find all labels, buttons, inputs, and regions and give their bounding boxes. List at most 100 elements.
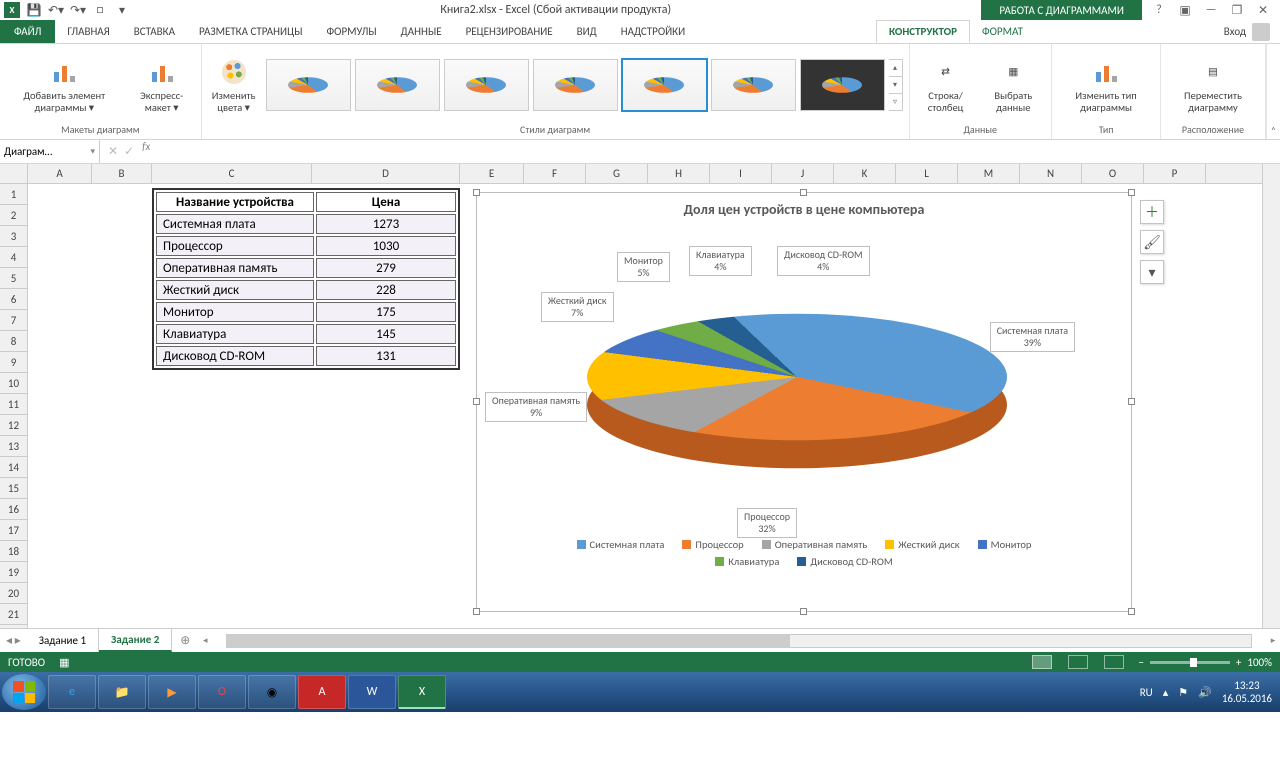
row-header-13[interactable]: 13: [0, 436, 27, 457]
row-header-19[interactable]: 19: [0, 562, 27, 583]
tab-file[interactable]: ФАЙЛ: [0, 20, 55, 43]
row-header-5[interactable]: 5: [0, 268, 27, 289]
table-header-price[interactable]: Цена: [316, 192, 456, 212]
row-header-8[interactable]: 8: [0, 331, 27, 352]
minimize-icon[interactable]: —: [1202, 3, 1220, 18]
tray-volume-icon[interactable]: 🔊: [1198, 686, 1212, 699]
col-header-D[interactable]: D: [312, 164, 460, 183]
row-header-10[interactable]: 10: [0, 373, 27, 394]
vertical-scrollbar[interactable]: [1262, 164, 1280, 628]
maximize-icon[interactable]: ❐: [1228, 3, 1246, 18]
cell-name[interactable]: Оперативная память: [156, 258, 314, 278]
taskbar-media[interactable]: ▶: [148, 675, 196, 709]
legend-item[interactable]: Дисковод CD-ROM: [797, 555, 892, 568]
legend-item[interactable]: Клавиатура: [715, 555, 779, 568]
tab-design[interactable]: КОНСТРУКТОР: [876, 20, 970, 43]
table-row[interactable]: Жесткий диск228: [156, 280, 456, 300]
chart-style-1[interactable]: [266, 59, 351, 111]
chart-filter-button[interactable]: ▾: [1140, 260, 1164, 284]
legend-item[interactable]: Системная плата: [577, 538, 665, 551]
macro-record-icon[interactable]: ▦: [59, 656, 69, 669]
legend-item[interactable]: Оперативная память: [762, 538, 868, 551]
cell-price[interactable]: 175: [316, 302, 456, 322]
save-icon[interactable]: 💾: [26, 2, 42, 18]
data-label-hdd[interactable]: Жесткий диск7%: [541, 292, 614, 322]
tray-clock[interactable]: 13:23 16.05.2016: [1222, 679, 1272, 705]
add-sheet-button[interactable]: ⊕: [172, 629, 198, 652]
sheet-nav[interactable]: ◂ ▸: [0, 629, 27, 652]
change-colors-button[interactable]: Изменить цвета ▾: [208, 54, 260, 115]
resize-handle[interactable]: [1128, 608, 1135, 615]
cell-name[interactable]: Монитор: [156, 302, 314, 322]
tab-formulas[interactable]: ФОРМУЛЫ: [314, 20, 388, 43]
col-header-O[interactable]: O: [1082, 164, 1144, 183]
cell-name[interactable]: Системная плата: [156, 214, 314, 234]
table-header-name[interactable]: Название устройства: [156, 192, 314, 212]
taskbar-opera[interactable]: O: [198, 675, 246, 709]
formula-input[interactable]: [156, 140, 1280, 163]
horizontal-scrollbar[interactable]: ◂▸: [198, 629, 1280, 652]
resize-handle[interactable]: [473, 189, 480, 196]
enter-formula-icon[interactable]: ✓: [124, 144, 134, 159]
row-header-21[interactable]: 21: [0, 604, 27, 625]
view-page-layout-button[interactable]: [1068, 655, 1088, 669]
table-row[interactable]: Клавиатура145: [156, 324, 456, 344]
row-header-15[interactable]: 15: [0, 478, 27, 499]
ribbon-options-icon[interactable]: ▣: [1176, 3, 1194, 18]
tab-page-layout[interactable]: РАЗМЕТКА СТРАНИЦЫ: [187, 20, 315, 43]
table-row[interactable]: Системная плата1273: [156, 214, 456, 234]
cell-price[interactable]: 1030: [316, 236, 456, 256]
col-header-F[interactable]: F: [524, 164, 586, 183]
cell-price[interactable]: 131: [316, 346, 456, 366]
switch-row-column-button[interactable]: ⇄ Строка/столбец: [916, 54, 976, 115]
taskbar-pdf[interactable]: A: [298, 675, 346, 709]
row-header-12[interactable]: 12: [0, 415, 27, 436]
col-header-I[interactable]: I: [710, 164, 772, 183]
zoom-in-icon[interactable]: +: [1236, 656, 1241, 669]
resize-handle[interactable]: [800, 189, 807, 196]
col-header-E[interactable]: E: [460, 164, 524, 183]
chart-style-4[interactable]: [533, 59, 618, 111]
row-header-3[interactable]: 3: [0, 226, 27, 247]
data-label-sys[interactable]: Системная плата39%: [990, 322, 1075, 352]
add-chart-element-button[interactable]: Добавить элемент диаграммы ▾: [6, 54, 123, 115]
row-header-18[interactable]: 18: [0, 541, 27, 562]
chart-style-5[interactable]: [622, 59, 707, 111]
tray-lang[interactable]: RU: [1140, 686, 1153, 699]
tab-data[interactable]: ДАННЫЕ: [389, 20, 454, 43]
col-header-B[interactable]: B: [92, 164, 152, 183]
change-chart-type-button[interactable]: Изменить тип диаграммы: [1058, 54, 1154, 115]
row-header-9[interactable]: 9: [0, 352, 27, 373]
login-link[interactable]: Вход: [1214, 20, 1280, 43]
chart-title[interactable]: Доля цен устройств в цене компьютера: [477, 193, 1131, 222]
data-label-proc[interactable]: Процессор32%: [737, 508, 797, 538]
undo-icon[interactable]: ↶▾: [48, 2, 64, 18]
help-icon[interactable]: ?: [1150, 3, 1168, 18]
data-label-ram[interactable]: Оперативная память9%: [485, 392, 587, 422]
row-header-14[interactable]: 14: [0, 457, 27, 478]
tab-insert[interactable]: ВСТАВКА: [122, 20, 187, 43]
taskbar-chrome[interactable]: ◉: [248, 675, 296, 709]
tab-review[interactable]: РЕЦЕНЗИРОВАНИЕ: [454, 20, 565, 43]
row-header-7[interactable]: 7: [0, 310, 27, 331]
quick-layout-button[interactable]: Экспресс-макет ▾: [129, 54, 195, 115]
col-header-P[interactable]: P: [1144, 164, 1206, 183]
cell-price[interactable]: 1273: [316, 214, 456, 234]
taskbar-explorer[interactable]: 📁: [98, 675, 146, 709]
cell-price[interactable]: 279: [316, 258, 456, 278]
name-box[interactable]: Диаграм…: [0, 140, 100, 163]
zoom-control[interactable]: − + 100%: [1138, 656, 1272, 669]
tray-chevron-icon[interactable]: ▴: [1163, 686, 1169, 699]
move-chart-button[interactable]: ▤ Переместить диаграмму: [1167, 54, 1259, 115]
row-header-4[interactable]: 4: [0, 247, 27, 268]
table-row[interactable]: Оперативная память279: [156, 258, 456, 278]
resize-handle[interactable]: [1128, 189, 1135, 196]
data-label-cd[interactable]: Дисковод CD-ROM4%: [777, 246, 870, 276]
table-row[interactable]: Монитор175: [156, 302, 456, 322]
row-header-20[interactable]: 20: [0, 583, 27, 604]
col-header-M[interactable]: M: [958, 164, 1020, 183]
taskbar-ie[interactable]: e: [48, 675, 96, 709]
resize-handle[interactable]: [800, 608, 807, 615]
cell-name[interactable]: Жесткий диск: [156, 280, 314, 300]
style-gallery-more[interactable]: ▴▾▿: [889, 59, 903, 111]
